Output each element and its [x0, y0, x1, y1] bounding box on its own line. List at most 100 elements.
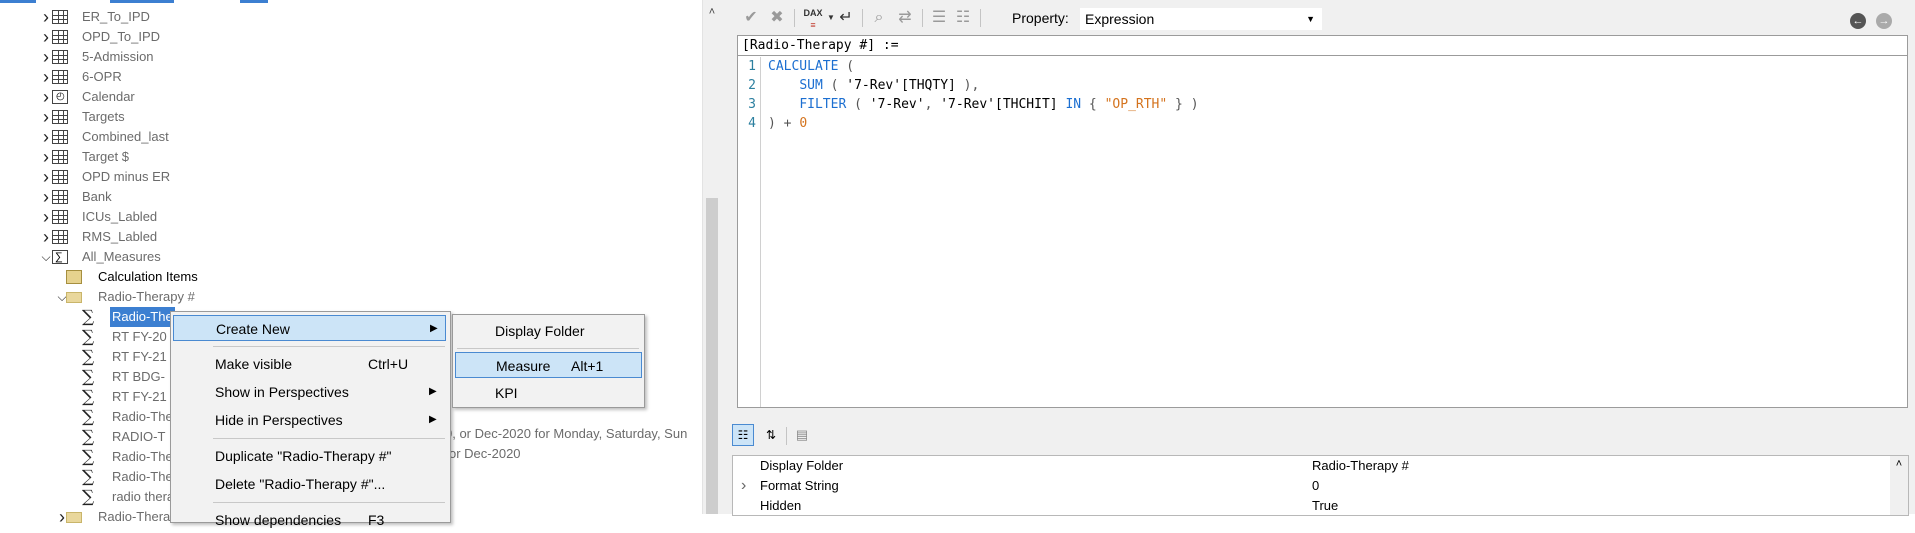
- menu-item[interactable]: Hide in Perspectives ▶: [173, 407, 446, 433]
- tree-item[interactable]: Calculation Items: [0, 267, 700, 287]
- scroll-up-icon[interactable]: ˄: [703, 6, 721, 18]
- chevron-right-icon[interactable]: ›: [40, 167, 52, 187]
- chevron-right-icon[interactable]: ›: [40, 67, 52, 87]
- measure-icon: ∑: [82, 307, 95, 327]
- menu-item[interactable]: Delete "Radio-Therapy #"...: [173, 471, 446, 497]
- tree-scrollbar[interactable]: ˄: [702, 0, 721, 514]
- submenu-item[interactable]: Measure Alt+1: [455, 352, 642, 378]
- code-line[interactable]: FILTER ( '7-Rev', '7-Rev'[THCHIT] IN { "…: [768, 97, 1198, 112]
- tree-item[interactable]: ⌵ ∑ All_Measures: [0, 247, 700, 267]
- property-pages-icon[interactable]: ▤: [792, 425, 812, 445]
- folder-icon: [66, 292, 82, 303]
- line-number-gutter: 1 2 3 4: [738, 57, 761, 407]
- measure-icon: ∑: [82, 347, 95, 367]
- chevron-right-icon[interactable]: ›: [40, 207, 52, 227]
- menu-item[interactable]: Show dependencies F3: [173, 507, 446, 533]
- menu-separator: [213, 502, 445, 503]
- chevron-down-icon: ▼: [1306, 14, 1315, 24]
- property-grid[interactable]: Display Folder Radio-Therapy # › Format Str…: [732, 455, 1909, 516]
- chevron-right-icon[interactable]: ›: [40, 47, 52, 67]
- tree-item[interactable]: › RMS_Labled: [0, 227, 700, 247]
- property-row[interactable]: Hidden True: [733, 496, 1888, 516]
- property-value[interactable]: Radio-Therapy #: [1312, 456, 1409, 476]
- chevron-right-icon[interactable]: ›: [40, 127, 52, 147]
- menu-item[interactable]: Show in Perspectives ▶: [173, 379, 446, 405]
- dax-format-icon[interactable]: DAX ≡: [800, 4, 826, 32]
- chevron-right-icon[interactable]: ›: [40, 227, 52, 247]
- tree-item[interactable]: › Combined_last: [0, 127, 700, 147]
- code-line[interactable]: SUM ( '7-Rev'[THQTY] ),: [768, 78, 979, 93]
- tree-item[interactable]: › OPD minus ER: [0, 167, 700, 187]
- tree-item[interactable]: › ICUs_Labled: [0, 207, 700, 227]
- table-icon: [52, 230, 68, 244]
- tree-item-label: RADIO-T: [112, 429, 166, 444]
- property-value[interactable]: 0: [1312, 476, 1319, 496]
- tree-item[interactable]: › Bank: [0, 187, 700, 207]
- tree-item[interactable]: › ◴ Calendar: [0, 87, 700, 107]
- forward-icon[interactable]: →: [1876, 13, 1892, 29]
- chevron-right-icon[interactable]: ›: [40, 87, 52, 107]
- tree-item-label: RT FY-20: [112, 329, 167, 344]
- tree-item[interactable]: › Targets: [0, 107, 700, 127]
- dax-editor[interactable]: [Radio-Therapy #] := 1 2 3 4 CALCULATE ( SU…: [737, 35, 1908, 408]
- chevron-right-icon[interactable]: ›: [741, 476, 746, 496]
- submenu-item[interactable]: KPI: [455, 380, 642, 406]
- tree-item[interactable]: ⌵ Radio-Therapy #: [0, 287, 700, 307]
- chevron-right-icon[interactable]: ›: [40, 147, 52, 167]
- submenu-item-label: Measure: [496, 358, 551, 374]
- replace-icon[interactable]: ⇄: [894, 4, 916, 32]
- uncomment-icon[interactable]: ☷: [952, 4, 974, 32]
- cancel-icon[interactable]: ✖: [766, 4, 788, 32]
- tree-item-label: Calendar: [82, 89, 135, 104]
- tree-item[interactable]: › 6-OPR: [0, 67, 700, 87]
- tree-item[interactable]: › OPD_To_IPD: [0, 27, 700, 47]
- tree-item-label: Bank: [82, 189, 112, 204]
- property-value[interactable]: True: [1312, 496, 1338, 516]
- submenu-item-label: KPI: [495, 385, 518, 401]
- calendar-table-icon: ◴: [52, 90, 68, 104]
- code-token: ,: [924, 97, 941, 112]
- table-icon: [52, 70, 68, 84]
- tree-item-label: Targets: [82, 109, 125, 124]
- property-grid-scrollbar[interactable]: ˄: [1890, 456, 1908, 515]
- back-icon[interactable]: ←: [1850, 13, 1866, 29]
- tree-item[interactable]: › Target $: [0, 147, 700, 167]
- chevron-right-icon[interactable]: ›: [40, 27, 52, 47]
- comment-icon[interactable]: ☰: [928, 4, 950, 32]
- property-row[interactable]: › Format String 0: [733, 476, 1888, 496]
- property-select[interactable]: Expression ▼: [1080, 8, 1322, 30]
- tree-item-label: Radio-Therapy #: [98, 289, 195, 304]
- code-token: ) +: [768, 116, 800, 131]
- tree-item[interactable]: › ER_To_IPD: [0, 7, 700, 27]
- scroll-up-icon[interactable]: ˄: [1890, 458, 1908, 470]
- alphabetical-sort-icon[interactable]: ⇅: [760, 424, 782, 446]
- menu-item[interactable]: Duplicate "Radio-Therapy #": [173, 443, 446, 469]
- tree-item[interactable]: › 5-Admission: [0, 47, 700, 67]
- dax-dropdown-icon[interactable]: ▼: [826, 4, 836, 32]
- code-line[interactable]: CALCULATE (: [768, 59, 854, 74]
- property-row[interactable]: Display Folder Radio-Therapy #: [733, 456, 1888, 476]
- tree-item-label: 5-Admission: [82, 49, 154, 64]
- menu-item[interactable]: Create New ▶: [173, 315, 446, 341]
- submenu-item-label: Display Folder: [495, 323, 585, 339]
- code-token: 0: [799, 116, 808, 131]
- line-number: 3: [748, 97, 756, 112]
- chevron-right-icon[interactable]: ›: [40, 187, 52, 207]
- tree-item-label: Calculation Items: [98, 269, 198, 284]
- line-number: 4: [748, 116, 756, 131]
- categorized-icon[interactable]: ☷: [732, 424, 754, 446]
- chevron-down-icon[interactable]: ⌵: [40, 247, 52, 267]
- menu-item[interactable]: Make visible Ctrl+U: [173, 351, 446, 377]
- code-line[interactable]: ) + 0: [768, 116, 807, 131]
- sigma-small-icon: ∑: [55, 251, 63, 263]
- tree-item-label: Radio-Thera: [98, 509, 171, 524]
- submenu-item[interactable]: Display Folder: [455, 318, 642, 344]
- scrollbar-thumb[interactable]: [706, 198, 718, 514]
- deploy-icon[interactable]: ↵: [836, 4, 856, 32]
- chevron-right-icon[interactable]: ›: [40, 7, 52, 27]
- submenu-arrow-icon: ▶: [430, 323, 438, 334]
- find-icon[interactable]: ⌕: [868, 4, 890, 32]
- accept-icon[interactable]: ✔: [740, 4, 762, 32]
- pane-splitter[interactable]: [720, 0, 728, 514]
- chevron-right-icon[interactable]: ›: [40, 107, 52, 127]
